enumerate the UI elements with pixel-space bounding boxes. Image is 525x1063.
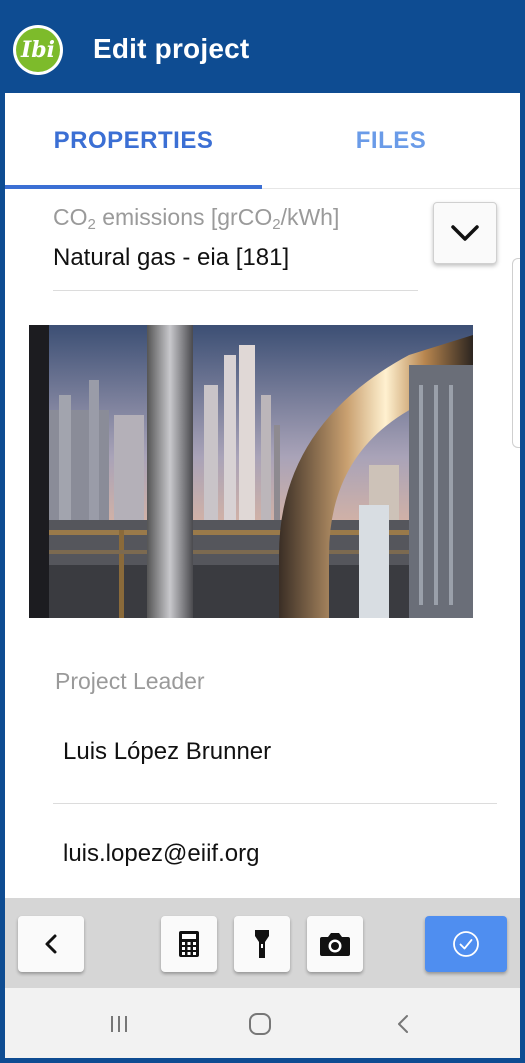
bottom-toolbar <box>5 898 520 988</box>
recents-button[interactable] <box>101 1006 137 1042</box>
calculator-icon <box>179 931 199 957</box>
chevron-left-icon <box>45 934 57 954</box>
check-circle-icon <box>453 931 479 957</box>
co2-emissions-value[interactable]: Natural gas - eia [181] <box>53 244 289 272</box>
tab-files[interactable]: FILES <box>262 93 520 189</box>
leader-field-underline <box>53 803 497 804</box>
industrial-plant-photo <box>29 325 473 618</box>
logo-text: Ibi <box>16 28 60 72</box>
flashlight-button[interactable] <box>234 916 290 972</box>
app-screen: Ibi Edit project PROPERTIES FILES CO2 em… <box>5 5 520 1058</box>
tab-properties[interactable]: PROPERTIES <box>5 93 262 189</box>
confirm-button[interactable] <box>425 916 507 972</box>
flashlight-icon <box>255 930 269 958</box>
project-leader-name[interactable]: Luis López Brunner <box>63 738 271 766</box>
back-icon <box>398 1015 408 1033</box>
project-leader-label: Project Leader <box>55 668 205 694</box>
camera-button[interactable] <box>307 916 363 972</box>
project-photo[interactable] <box>29 325 473 618</box>
page-title: Edit project <box>93 33 250 64</box>
chevron-down-icon <box>451 225 479 241</box>
properties-form: CO2 emissions [grCO2/kWh] Natural gas - … <box>5 190 520 905</box>
co2-dropdown-button[interactable] <box>433 202 497 264</box>
scroll-indicator[interactable] <box>512 258 520 448</box>
tab-bar: PROPERTIES FILES <box>5 93 520 189</box>
project-leader-email[interactable]: luis.lopez@eiif.org <box>63 840 259 868</box>
recents-icon <box>111 1016 127 1032</box>
home-icon <box>249 1013 271 1035</box>
app-logo: Ibi <box>13 25 63 75</box>
camera-icon <box>320 933 350 956</box>
calculator-button[interactable] <box>161 916 217 972</box>
app-bar: Ibi Edit project <box>5 5 520 93</box>
co2-emissions-label: CO2 emissions [grCO2/kWh] <box>53 204 340 233</box>
back-button[interactable] <box>18 916 84 972</box>
system-back-button[interactable] <box>385 1006 421 1042</box>
tab-indicator <box>5 185 262 189</box>
system-nav-bar <box>5 988 520 1058</box>
co2-field-underline <box>53 290 418 291</box>
home-button[interactable] <box>242 1006 278 1042</box>
